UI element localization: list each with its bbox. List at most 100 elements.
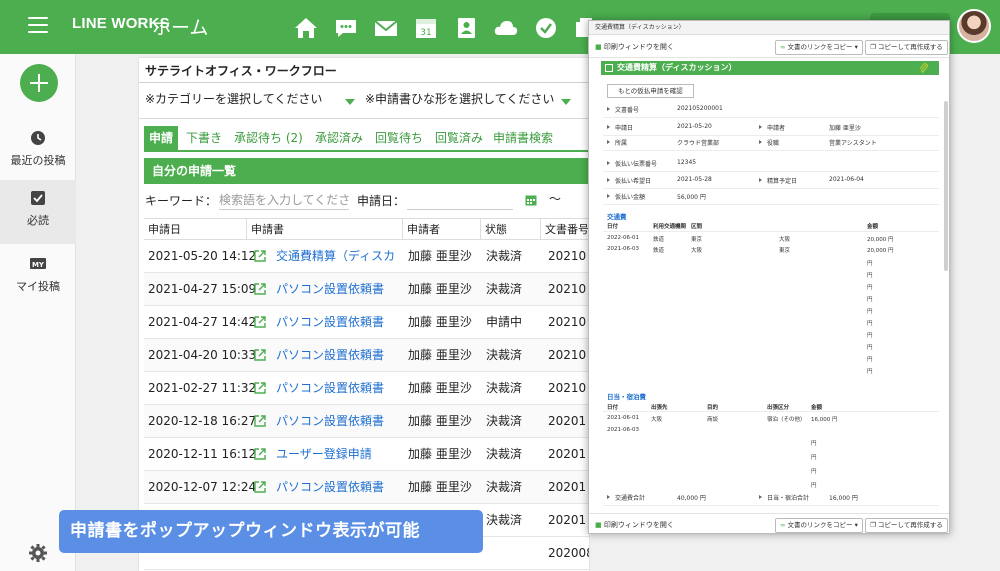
table-row[interactable]: 2020-12-11 16:12 ユーザー登録申請 加藤 亜里沙 決裁済 20201 bbox=[144, 438, 589, 471]
field-value: 202105200001 bbox=[677, 105, 723, 112]
form-link[interactable]: パソコン設置依頼書 bbox=[276, 339, 396, 372]
tab-form-search[interactable]: 申請書検索 bbox=[488, 126, 558, 150]
field-value: 12345 bbox=[677, 159, 697, 166]
home-icon[interactable] bbox=[292, 14, 320, 42]
cell-status: 決裁済 bbox=[486, 249, 523, 263]
tab-pending-approval[interactable]: 承認待ち (2) bbox=[229, 126, 308, 150]
keyword-input[interactable] bbox=[219, 190, 349, 210]
copy-link-button[interactable]: ∞ 文書のリンクをコピー ▾ bbox=[775, 518, 863, 533]
form-link[interactable]: 交通費精算（ディスカ… bbox=[276, 240, 396, 273]
panel-title: サテライトオフィス・ワークフロー bbox=[145, 64, 337, 78]
open-external-icon[interactable] bbox=[254, 316, 266, 328]
print-window-button[interactable]: ■ 印刷ウィンドウを開く bbox=[595, 42, 674, 52]
cell-applicant: 加藤 亜里沙 bbox=[408, 381, 472, 395]
table-row[interactable]: 2021-02-27 11:32 パソコン設置依頼書 加藤 亜里沙 決裁済 20210 bbox=[144, 372, 589, 405]
divider bbox=[603, 150, 939, 151]
transport-empty-amount: 円 bbox=[867, 285, 873, 291]
task-check-icon[interactable] bbox=[532, 14, 560, 42]
form-link[interactable]: パソコン設置依頼書 bbox=[276, 306, 396, 339]
copy-icon: ❐ bbox=[870, 43, 876, 51]
open-external-icon[interactable] bbox=[254, 349, 266, 361]
divider bbox=[603, 411, 939, 412]
drive-cloud-icon[interactable] bbox=[492, 14, 520, 42]
copy-link-button[interactable]: ∞ 文書のリンクをコピー ▾ bbox=[775, 40, 863, 55]
daily-cell: 16,000 円 bbox=[811, 417, 838, 423]
bullet-icon bbox=[759, 178, 762, 182]
cell-doc-number: 20201 bbox=[548, 480, 587, 494]
transport-empty-amount: 円 bbox=[867, 333, 873, 339]
open-external-icon[interactable] bbox=[254, 448, 266, 460]
table-header: 申請日 申請書 申請者 状態 文書番号 bbox=[144, 218, 589, 241]
chat-icon[interactable] bbox=[332, 14, 360, 42]
field-label: 精算予定日 bbox=[767, 178, 798, 185]
form-link[interactable]: パソコン設置依頼書 bbox=[276, 471, 396, 504]
open-external-icon[interactable] bbox=[254, 481, 266, 493]
check-original-advance-button[interactable]: もとの仮払申請を確認 bbox=[607, 84, 694, 98]
tab-drafts[interactable]: 下書き bbox=[181, 126, 227, 150]
table-row[interactable]: 2020-12-07 12:24 パソコン設置依頼書 加藤 亜里沙 決裁済 20201 bbox=[144, 471, 589, 504]
mail-icon[interactable] bbox=[372, 14, 400, 42]
template-select[interactable]: ※申請書ひな形を選択してください bbox=[365, 90, 589, 114]
tab-circulation-pending[interactable]: 回覧待ち bbox=[370, 126, 428, 150]
attachment-clip-icon[interactable] bbox=[919, 62, 929, 74]
table-row[interactable]: 2021-04-20 10:33 パソコン設置依頼書 加藤 亜里沙 決裁済 20210 bbox=[144, 339, 589, 372]
cell-applicant: 加藤 亜里沙 bbox=[408, 414, 472, 428]
copy-recreate-button[interactable]: ❐ コピーして再作成する bbox=[865, 40, 948, 55]
field-label: 申請日 bbox=[615, 125, 634, 132]
column-header[interactable]: 申請書 bbox=[246, 219, 284, 241]
print-window-button[interactable]: ■ 印刷ウィンドウを開く bbox=[595, 520, 674, 530]
copy-recreate-button[interactable]: ❐ コピーして再作成する bbox=[865, 518, 948, 533]
new-post-button[interactable] bbox=[20, 64, 58, 102]
cell-status: 決裁済 bbox=[486, 282, 523, 296]
sidebar-item-must-read[interactable]: 必読 bbox=[0, 180, 76, 244]
contacts-icon[interactable] bbox=[452, 14, 480, 42]
tab-apply[interactable]: 申請 bbox=[144, 126, 179, 150]
tab-circulated[interactable]: 回覧済み bbox=[430, 126, 488, 150]
column-header[interactable]: 状態 bbox=[480, 219, 507, 241]
transport-column-header: 金額 bbox=[867, 224, 879, 230]
daily-cell: 2021-06-01 bbox=[607, 415, 639, 421]
link-icon: ∞ bbox=[780, 43, 786, 51]
open-external-icon[interactable] bbox=[254, 415, 266, 427]
cell-status: 決裁済 bbox=[486, 480, 523, 494]
table-row[interactable]: 2021-04-27 14:42 パソコン設置依頼書 加藤 亜里沙 申請中 20210 bbox=[144, 306, 589, 339]
my-posts-icon: MY bbox=[30, 258, 46, 269]
cell-doc-number: 20201 bbox=[548, 414, 587, 428]
table-row[interactable]: 2020-12-18 16:27 パソコン設置依頼書 加藤 亜里沙 決裁済 20201 bbox=[144, 405, 589, 438]
open-external-icon[interactable] bbox=[254, 250, 266, 262]
clock-icon bbox=[31, 131, 45, 145]
field-value: 加藤 亜里沙 bbox=[829, 125, 861, 132]
tab-approved[interactable]: 承認済み bbox=[310, 126, 368, 150]
open-external-icon[interactable] bbox=[254, 382, 266, 394]
form-link[interactable]: パソコン設置依頼書 bbox=[276, 405, 396, 438]
copy-recreate-label: コピーして再作成する bbox=[877, 521, 943, 529]
form-link[interactable]: パソコン設置依頼書 bbox=[276, 372, 396, 405]
user-avatar[interactable] bbox=[957, 9, 991, 43]
cell-date: 2020-12-11 16:12 bbox=[148, 447, 257, 461]
total-label: 日当・宿泊合計 bbox=[767, 495, 810, 502]
cell-status: 決裁済 bbox=[486, 447, 523, 461]
field-label: 申請者 bbox=[767, 125, 786, 132]
popup-title-bar[interactable]: 交通費精算（ディスカッション） bbox=[589, 21, 949, 35]
open-external-icon[interactable] bbox=[254, 283, 266, 295]
form-link[interactable]: パソコン設置依頼書 bbox=[276, 273, 396, 306]
column-header[interactable]: 文書番号 bbox=[540, 219, 589, 241]
calendar-icon[interactable]: 31 bbox=[412, 14, 440, 42]
document-icon bbox=[605, 64, 613, 72]
cell-doc-number: 20210 bbox=[548, 348, 587, 362]
menu-icon[interactable] bbox=[28, 17, 48, 35]
cell-date: 2021-04-20 10:33 bbox=[148, 348, 257, 362]
category-select[interactable]: ※カテゴリーを選択してください bbox=[145, 90, 355, 114]
table-row[interactable]: 2021-04-27 15:09 パソコン設置依頼書 加藤 亜里沙 決裁済 20210 bbox=[144, 273, 589, 306]
column-header[interactable]: 申請者 bbox=[402, 219, 440, 241]
settings-gear-icon[interactable] bbox=[28, 543, 48, 563]
sidebar-item-my-posts[interactable]: MY マイ投稿 bbox=[0, 246, 76, 310]
sidebar-item-label: マイ投稿 bbox=[16, 280, 60, 293]
column-header[interactable]: 申請日 bbox=[144, 219, 181, 241]
table-row[interactable]: 2021-05-20 14:12 交通費精算（ディスカ… 加藤 亜里沙 決裁済 2021… bbox=[144, 240, 589, 273]
sidebar-item-recent[interactable]: 最近の投稿 bbox=[0, 120, 76, 184]
date-from-input[interactable] bbox=[407, 190, 513, 210]
popup-scrollbar[interactable] bbox=[944, 101, 948, 271]
calendar-picker-icon[interactable] bbox=[525, 194, 537, 206]
form-link[interactable]: ユーザー登録申請 bbox=[276, 438, 396, 471]
